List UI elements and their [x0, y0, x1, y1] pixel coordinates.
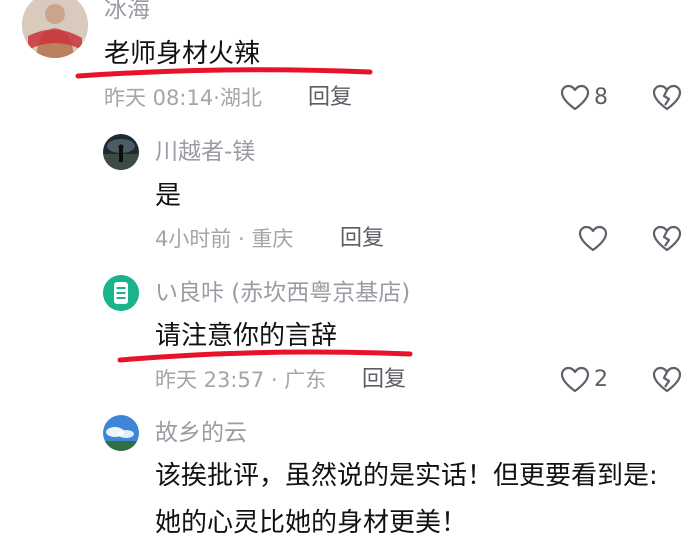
comment-location: 广东 [284, 368, 327, 392]
reply-button[interactable]: 回复 [362, 369, 406, 391]
username[interactable]: 故乡的云 [155, 422, 247, 445]
user-avatar-photo-icon [22, 0, 88, 58]
shop-logo-avatar-icon [103, 275, 139, 311]
like-button[interactable] [578, 225, 612, 253]
comment-time: 昨天 08:14· [104, 86, 220, 110]
comment-text: 老师身材火辣 [104, 39, 261, 69]
comment-text-line-1: 该挨批评，虽然说的是实话！但更要看到是: [155, 461, 658, 491]
comment-text-line-2: 她的心灵比她的身材更美！ [155, 508, 468, 538]
broken-heart-icon[interactable] [652, 366, 682, 394]
avatar-guxiangdeyun[interactable] [103, 415, 139, 451]
user-avatar-photo-icon [103, 134, 139, 170]
like-button[interactable]: 2 [560, 366, 608, 394]
avatar-binghai[interactable] [22, 0, 88, 58]
username[interactable]: 冰海 [104, 0, 150, 22]
comment-time-location: 4小时前 · 重庆 [155, 229, 293, 250]
broken-heart-icon[interactable] [652, 225, 682, 253]
comment-time: 昨天 23:57 · [155, 368, 285, 392]
comment-text: 请注意你的言辞 [155, 321, 338, 351]
comment-location: 重庆 [251, 227, 294, 251]
comment-location: 湖北 [219, 86, 262, 110]
comment-time: 4小时前 · [155, 227, 252, 251]
avatar-lianggu[interactable] [103, 275, 139, 311]
broken-heart-icon[interactable] [652, 84, 682, 112]
avatar-chuanyuezhe[interactable] [103, 134, 139, 170]
heart-outline-icon [560, 84, 590, 111]
comment-time-location: 昨天 23:57 · 广东 [155, 370, 326, 391]
heart-outline-icon [578, 225, 608, 252]
heart-outline-icon [560, 366, 590, 393]
reply-button[interactable]: 回复 [340, 228, 384, 250]
like-button[interactable]: 8 [560, 84, 608, 112]
comment-text: 是 [155, 181, 182, 211]
reply-button[interactable]: 回复 [308, 87, 352, 109]
comment-time-location: 昨天 08:14·湖北 [104, 88, 262, 109]
username[interactable]: 川越者-镁 [155, 141, 255, 164]
like-count: 2 [594, 367, 608, 392]
username[interactable]: い良咔 (赤坎西粤京基店) [155, 282, 410, 305]
user-avatar-photo-icon [103, 415, 139, 451]
like-count: 8 [594, 85, 608, 110]
